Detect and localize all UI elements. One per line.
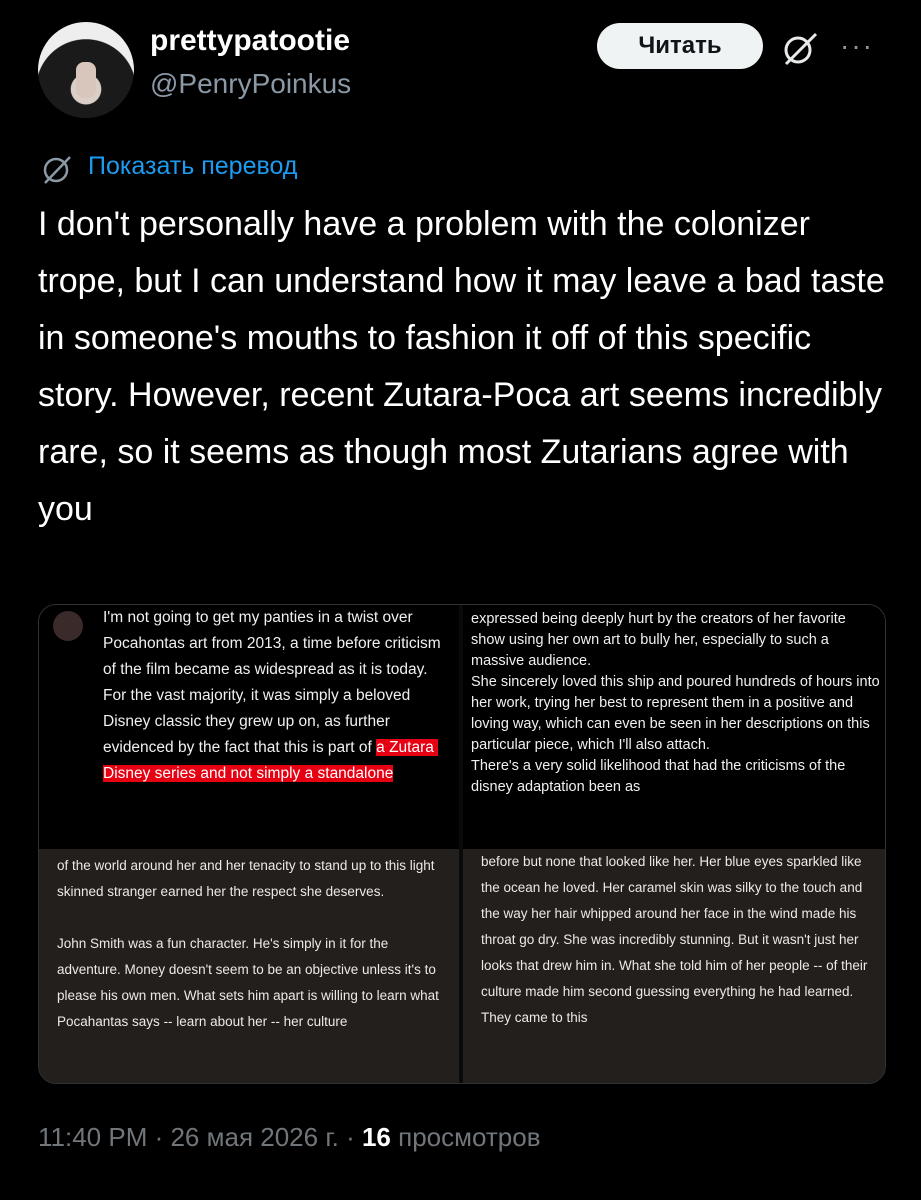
author-handle[interactable]: @PenryPoinkus <box>150 68 351 100</box>
image-2-text: expressed being deeply hurt by the creat… <box>471 611 880 795</box>
media-image-4[interactable]: before but none that looked like her. He… <box>463 849 885 1083</box>
tweet-meta: 11:40 PM · 26 мая 2026 г. · 16 просмотро… <box>38 1122 541 1153</box>
meta-separator: · <box>147 1122 171 1152</box>
image-3-text: of the world around her and her tenacity… <box>57 858 439 1029</box>
meta-separator: · <box>338 1122 362 1152</box>
view-label: просмотров <box>390 1122 541 1152</box>
translate-icon <box>43 156 71 184</box>
image-1-text-main: I'm not going to get my panties in a twi… <box>103 609 446 756</box>
media-image-2[interactable]: expressed being deeply hurt by the creat… <box>463 605 885 849</box>
image-4-text: before but none that looked like her. He… <box>481 854 872 1025</box>
tweet-time[interactable]: 11:40 PM <box>38 1122 147 1152</box>
tweet-media-grid[interactable]: I'm not going to get my panties in a twi… <box>38 604 886 1084</box>
image-1-text: I'm not going to get my panties in a twi… <box>103 605 449 787</box>
quoted-avatar <box>53 611 83 641</box>
author-display-name[interactable]: prettypatootie <box>150 24 350 58</box>
show-translation-link[interactable]: Показать перевод <box>88 152 297 181</box>
media-image-3[interactable]: of the world around her and her tenacity… <box>39 849 459 1083</box>
grok-icon[interactable] <box>780 28 820 68</box>
follow-button[interactable]: Читать <box>597 23 763 69</box>
tweet-text: I don't personally have a problem with t… <box>38 205 895 528</box>
media-image-1[interactable]: I'm not going to get my panties in a twi… <box>39 605 459 849</box>
view-count: 16 <box>361 1122 391 1152</box>
more-icon[interactable]: ··· <box>840 30 874 62</box>
tweet-date[interactable]: 26 мая 2026 г. <box>170 1122 338 1152</box>
author-avatar[interactable] <box>38 22 134 118</box>
